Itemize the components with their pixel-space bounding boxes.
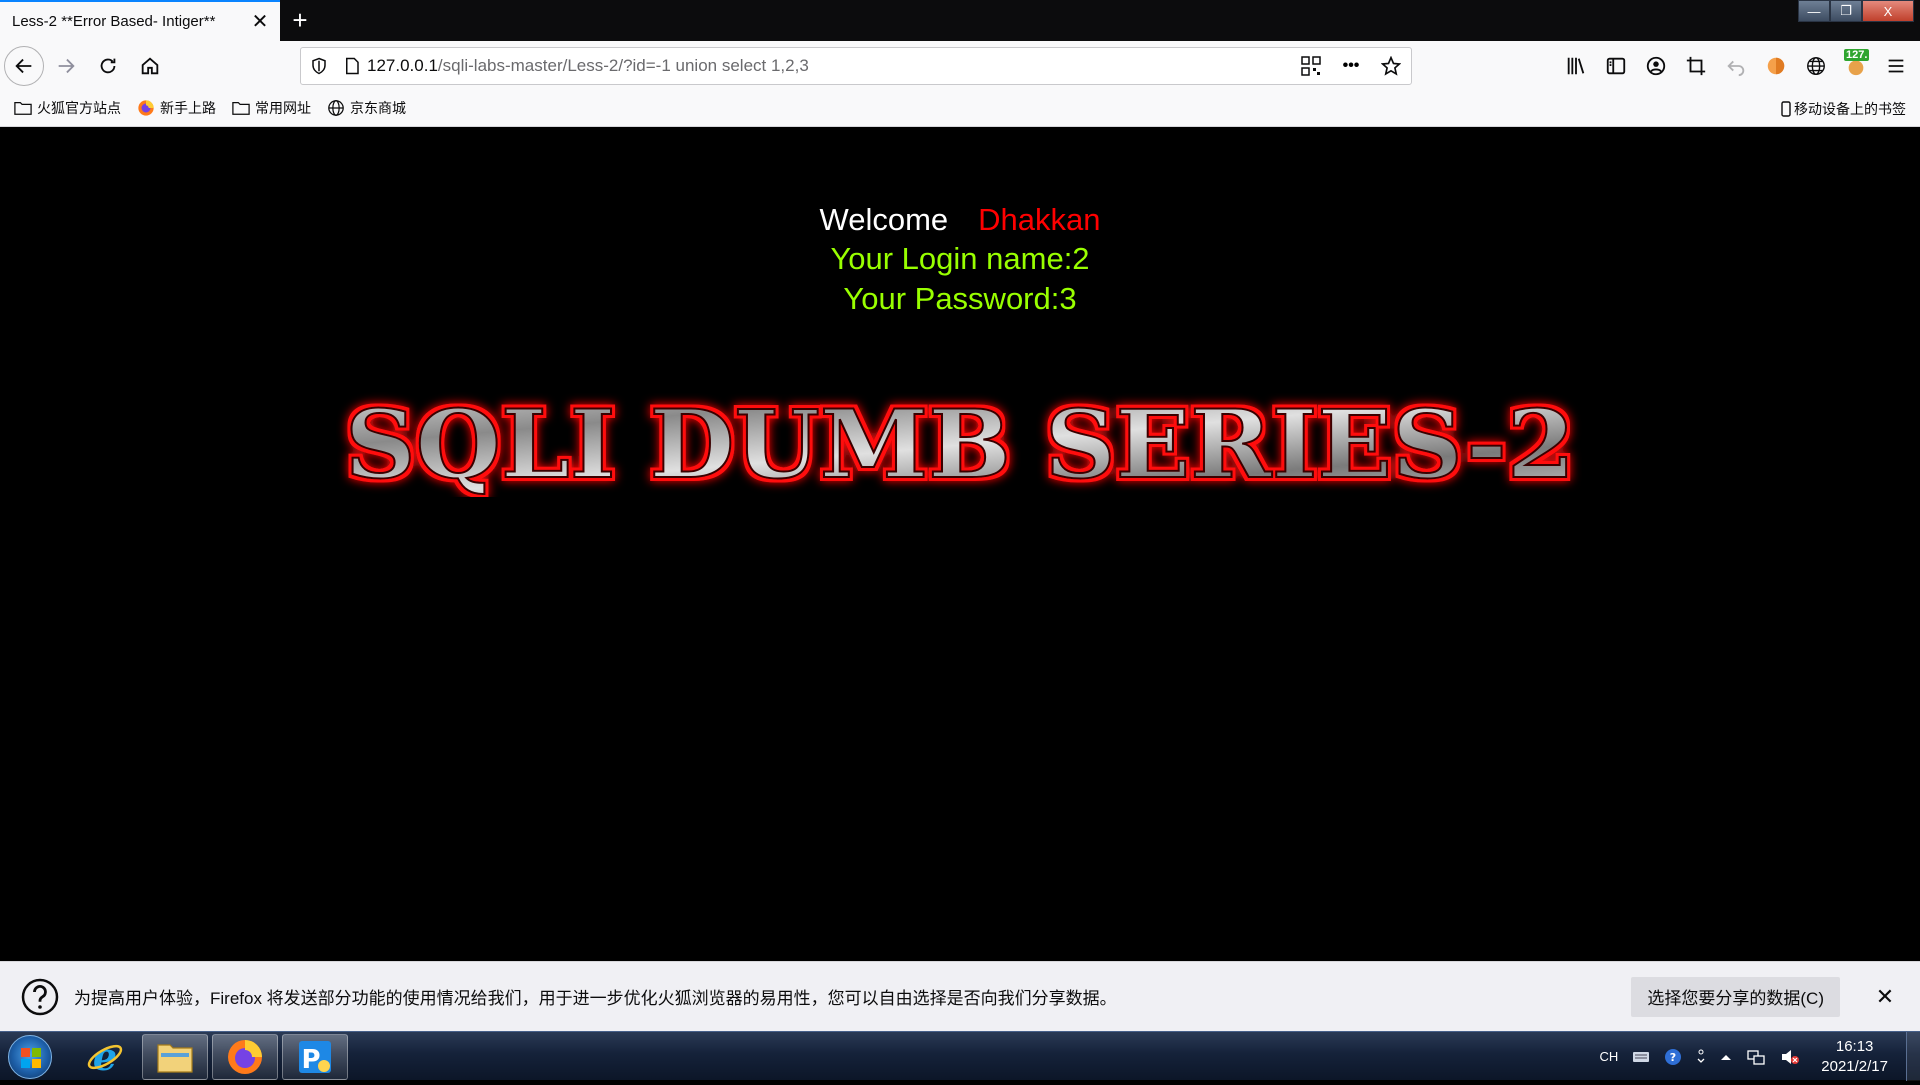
back-button[interactable] (4, 45, 44, 86)
tab-strip: Less-2 **Error Based- Intiger** ✕ + — ❐ … (0, 0, 1920, 41)
navigation-bar: 127.0.0.1/sqli-labs-master/Less-2/?id=-1… (0, 41, 1920, 90)
url-path: /sqli-labs-master/Less-2/?id=-1 union se… (437, 56, 809, 75)
forward-button[interactable] (46, 46, 86, 86)
globe-network-icon[interactable] (1796, 46, 1836, 86)
ime-options-icon[interactable] (1696, 1048, 1706, 1066)
url-text[interactable]: 127.0.0.1/sqli-labs-master/Less-2/?id=-1… (367, 56, 1291, 76)
notification-text: 为提高用户体验，Firefox 将发送部分功能的使用情况给我们，用于进一步优化火… (74, 989, 1117, 1008)
svg-text:?: ? (1670, 1051, 1676, 1064)
taskbar-explorer[interactable] (142, 1034, 208, 1080)
close-window-button[interactable]: X (1862, 0, 1914, 22)
notification-bar: 为提高用户体验，Firefox 将发送部分功能的使用情况给我们，用于进一步优化火… (0, 961, 1920, 1031)
bookmark-label: 火狐官方站点 (37, 100, 121, 116)
input-language[interactable]: CH (1599, 1049, 1618, 1064)
password-text: Your Password:3 (843, 281, 1077, 316)
folder-icon (14, 101, 32, 115)
arrow-right-icon (58, 58, 75, 73)
extension-badge: 127. (1844, 48, 1870, 61)
qr-code-icon[interactable] (1291, 56, 1331, 76)
network-icon[interactable] (1746, 1048, 1766, 1066)
login-name-text: Your Login name:2 (830, 241, 1090, 276)
banner-text: SQLI DUMB SERIES-2 (345, 390, 1575, 497)
window-controls: — ❐ X (1798, 0, 1914, 22)
url-host: 127.0.0.1 (367, 56, 438, 75)
welcome-line: Welcome Dhakkan (0, 202, 1920, 238)
taskbar: e P CH ? 16:13 2021/2/17 (0, 1031, 1920, 1081)
clock[interactable]: 16:13 2021/2/17 (1821, 1037, 1888, 1077)
tab-active[interactable]: Less-2 **Error Based- Intiger** ✕ (0, 0, 280, 41)
taskbar-ie[interactable]: e (72, 1034, 138, 1080)
reload-button[interactable] (88, 46, 128, 86)
welcome-text: Welcome (819, 202, 949, 237)
windows-logo-icon (21, 1048, 41, 1068)
new-tab-button[interactable]: + (285, 6, 315, 36)
notification-close-icon[interactable]: ✕ (1870, 982, 1900, 1012)
account-icon[interactable] (1636, 46, 1676, 86)
taskbar-app-p[interactable]: P (282, 1034, 348, 1080)
bookmark-item[interactable]: 京东商城 (327, 98, 406, 118)
svg-text:P: P (301, 1045, 320, 1075)
page-info-icon[interactable] (337, 57, 367, 75)
mobile-bookmarks-label: 移动设备上的书签 (1794, 100, 1906, 117)
svg-text:e: e (93, 1037, 117, 1077)
shield-icon[interactable] (301, 57, 337, 75)
internet-explorer-icon: e (87, 1037, 123, 1077)
arrow-left-icon (15, 58, 32, 73)
bookmark-item[interactable]: 新手上路 (137, 98, 216, 118)
url-bar[interactable]: 127.0.0.1/sqli-labs-master/Less-2/?id=-1… (300, 47, 1412, 85)
firefox-icon (138, 100, 154, 116)
clock-date: 2021/2/17 (1821, 1057, 1888, 1075)
undo-icon[interactable] (1716, 46, 1756, 86)
globe-icon (328, 100, 344, 116)
home-button[interactable] (130, 46, 170, 86)
extension-badge-icon[interactable]: 127. (1836, 46, 1876, 86)
clock-time: 16:13 (1835, 1037, 1874, 1055)
bookmark-label: 京东商城 (350, 100, 406, 116)
tab-close-icon[interactable]: ✕ (246, 8, 274, 36)
page-actions-button[interactable]: ••• (1331, 57, 1371, 75)
show-desktop-button[interactable] (1906, 1032, 1920, 1081)
minimize-button[interactable]: — (1798, 0, 1830, 22)
welcome-name: Dhakkan (978, 202, 1101, 237)
help-icon[interactable]: ? (1664, 1048, 1682, 1066)
bookmark-label: 新手上路 (160, 100, 216, 116)
folder-icon (232, 101, 250, 115)
toolbar-right: 127. (1556, 41, 1920, 90)
page-content: Welcome Dhakkan Your Login name:2 Your Pa… (0, 127, 1920, 961)
mobile-bookmarks[interactable]: 移动设备上的书签 (1781, 90, 1906, 127)
banner-image: SQLI DUMB SERIES-2 (344, 389, 1576, 497)
screenshot-icon[interactable] (1676, 46, 1716, 86)
start-button[interactable] (8, 1035, 52, 1079)
bookmark-label: 常用网址 (255, 100, 311, 116)
volume-muted-icon[interactable] (1780, 1048, 1800, 1066)
bookmark-item[interactable]: 火狐官方站点 (14, 98, 121, 118)
reload-icon (100, 58, 116, 73)
bookmark-star-icon[interactable] (1371, 56, 1411, 76)
library-icon[interactable] (1556, 46, 1596, 86)
bookmark-item[interactable]: 常用网址 (232, 98, 311, 118)
bookmarks-toolbar: 火狐官方站点 新手上路 常用网址 京东商城 移动设备上的书签 (0, 90, 1920, 127)
show-hidden-icons[interactable] (1720, 1052, 1732, 1062)
keyboard-icon[interactable] (1632, 1050, 1650, 1064)
taskbar-firefox[interactable] (212, 1034, 278, 1080)
maximize-button[interactable]: ❐ (1830, 0, 1862, 22)
share-data-button[interactable]: 选择您要分享的数据(C) (1631, 976, 1840, 1017)
file-explorer-icon (157, 1044, 193, 1073)
app-p-icon: P (299, 1041, 331, 1075)
extension-orange-icon[interactable] (1756, 46, 1796, 86)
tab-title: Less-2 **Error Based- Intiger** (12, 13, 216, 30)
menu-icon[interactable] (1876, 46, 1916, 86)
mobile-device-icon (1781, 100, 1791, 117)
home-icon (141, 56, 159, 74)
system-tray: CH ? 16:13 2021/2/17 (1592, 1032, 1920, 1081)
firefox-icon (228, 1040, 262, 1074)
sidebar-icon[interactable] (1596, 46, 1636, 86)
question-icon (21, 978, 59, 1015)
